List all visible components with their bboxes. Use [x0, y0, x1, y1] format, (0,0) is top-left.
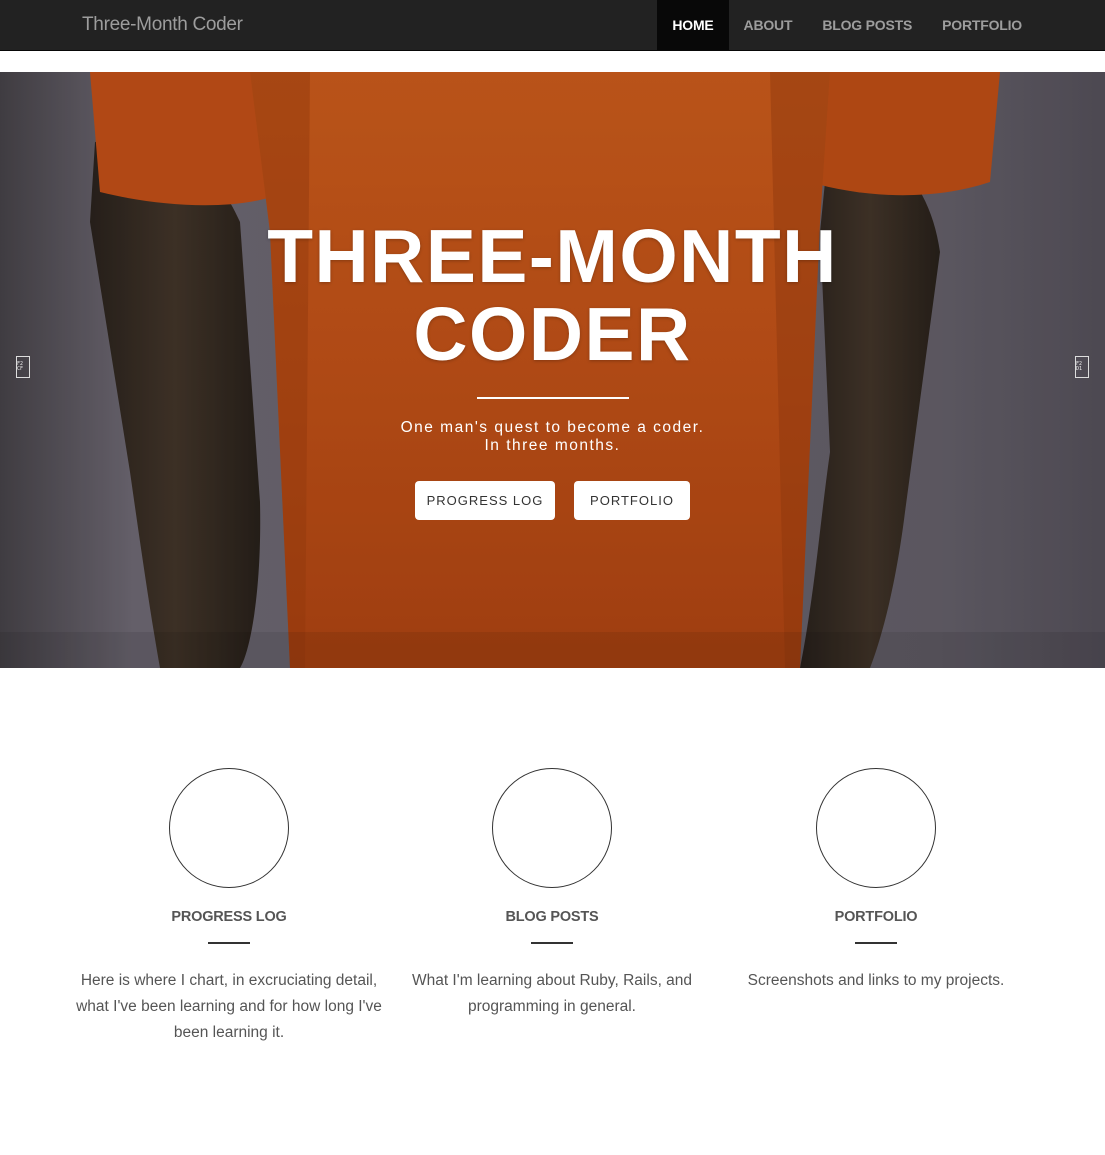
- portfolio-button[interactable]: PORTFOLIO: [574, 481, 690, 520]
- nav-item-about[interactable]: ABOUT: [729, 0, 808, 50]
- feature-divider: [855, 942, 897, 944]
- feature-blog-posts: BLOG POSTS What I'm learning about Ruby,…: [392, 768, 712, 1020]
- feature-portfolio: PORTFOLIO Screenshots and links to my pr…: [716, 768, 1036, 994]
- nav-item-portfolio[interactable]: PORTFOLIO: [927, 0, 1037, 50]
- feature-divider: [208, 942, 250, 944]
- feature-title: BLOG POSTS: [505, 909, 599, 925]
- hero-content: THREE-MONTH CODER One man's quest to bec…: [0, 217, 1105, 520]
- brand-link[interactable]: Three-Month Coder: [82, 14, 243, 36]
- feature-divider: [531, 942, 573, 944]
- feature-text: What I'm learning about Ruby, Rails, and…: [411, 972, 693, 1015]
- feature-progress-log: PROGRESS LOG Here is where I chart, in e…: [69, 768, 389, 1046]
- feature-circle-image[interactable]: [492, 768, 612, 888]
- hero-subtitle-line2: In three months.: [484, 437, 621, 454]
- feature-title: PROGRESS LOG: [171, 909, 287, 925]
- hero-title: THREE-MONTH CODER: [267, 214, 838, 376]
- hero-buttons: PROGRESS LOG PORTFOLIO: [0, 481, 1105, 520]
- feature-title: PORTFOLIO: [834, 909, 918, 925]
- feature-text: Screenshots and links to my projects.: [747, 972, 1005, 989]
- navbar: Three-Month Coder HOME ABOUT BLOG POSTS …: [0, 0, 1105, 51]
- feature-text: Here is where I chart, in excruciating d…: [76, 972, 382, 1041]
- hero-carousel: F2 CF F2 D1 THREE-MONTH CODER One man's …: [0, 72, 1105, 668]
- hero-divider: [476, 397, 629, 399]
- feature-circle-image[interactable]: [169, 768, 289, 888]
- feature-circle-image[interactable]: [816, 768, 936, 888]
- hero-subtitle-line1: One man's quest to become a coder.: [400, 419, 705, 436]
- nav-item-blog-posts[interactable]: BLOG POSTS: [807, 0, 927, 50]
- hero-subtitle: One man's quest to become a coder. In th…: [373, 419, 733, 455]
- nav-item-home[interactable]: HOME: [657, 0, 729, 50]
- progress-log-button[interactable]: PROGRESS LOG: [415, 481, 555, 520]
- nav-menu: HOME ABOUT BLOG POSTS PORTFOLIO: [657, 0, 1037, 50]
